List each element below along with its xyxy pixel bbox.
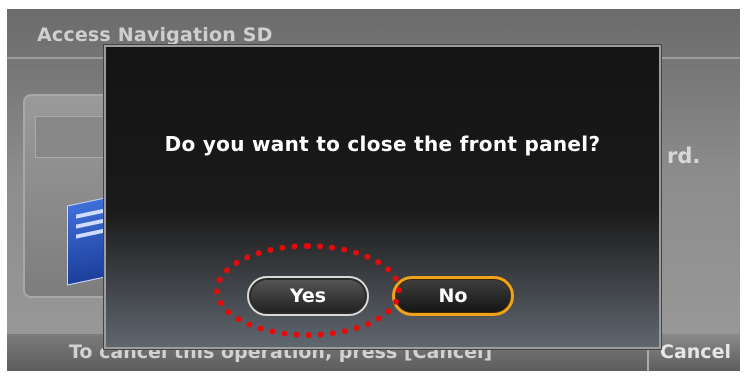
yes-button-label: Yes [289,285,327,307]
dialog-message: Do you want to close the front panel? [164,132,601,156]
device-slot [35,116,113,158]
no-button[interactable]: No [392,276,514,316]
no-button-label: No [438,285,468,307]
confirm-dialog: Do you want to close the front panel? Ye… [104,45,661,349]
yes-button[interactable]: Yes [247,276,369,316]
background-partial-text: rd. [667,144,701,168]
background-title: Access Navigation SD [37,24,273,46]
